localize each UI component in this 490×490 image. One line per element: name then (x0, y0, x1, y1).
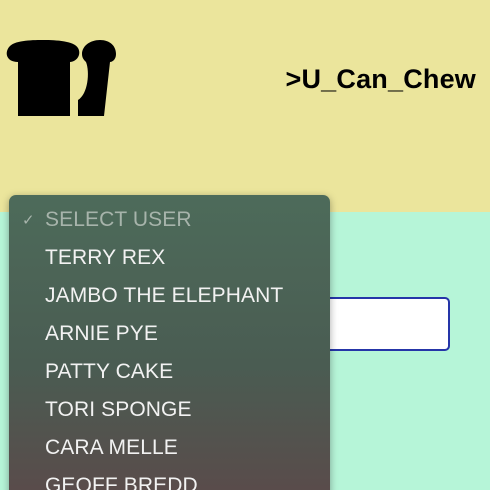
option-tori-sponge[interactable]: TORI SPONGE (45, 398, 192, 422)
option-select-user[interactable]: SELECT USER (45, 208, 192, 232)
page: >U_Can_Chew ✓ SELECT USER TERRY REX JAMB… (0, 0, 490, 490)
option-geoff-bredd[interactable]: GEOFF BREDD (45, 474, 198, 490)
option-terry-rex[interactable]: TERRY REX (45, 246, 165, 270)
checkmark-icon: ✓ (22, 212, 35, 229)
header: >U_Can_Chew (0, 0, 490, 212)
brand-title: >U_Can_Chew (285, 64, 476, 94)
option-jambo-the-elephant[interactable]: JAMBO THE ELEPHANT (45, 284, 283, 308)
option-cara-melle[interactable]: CARA MELLE (45, 436, 178, 460)
bread-slices-icon (6, 40, 116, 116)
option-arnie-pye[interactable]: ARNIE PYE (45, 322, 158, 346)
option-patty-cake[interactable]: PATTY CAKE (45, 360, 173, 384)
user-select-dropdown[interactable]: ✓ SELECT USER TERRY REX JAMBO THE ELEPHA… (9, 195, 330, 490)
